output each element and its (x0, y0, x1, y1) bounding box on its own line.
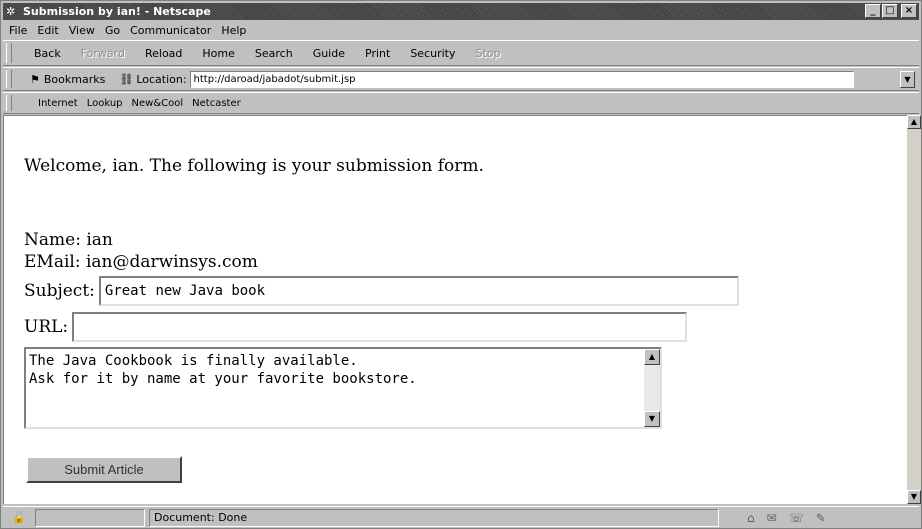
navigator-icon[interactable]: ⌂ (747, 511, 755, 525)
welcome-text: Welcome, ian. The following is your subm… (24, 156, 484, 176)
page-content: Welcome, ian. The following is your subm… (3, 115, 907, 504)
page-scrollbar[interactable]: ▲ ▼ (907, 115, 921, 504)
subject-label: Subject: (24, 281, 95, 301)
navigation-toolbar: Back Forward Reload Home Search Guide Pr… (3, 40, 919, 66)
minimize-button[interactable]: _ (865, 4, 881, 18)
location-label: Location: (136, 72, 187, 86)
textarea-scrollbar[interactable]: ▲ ▼ (644, 349, 660, 427)
home-button[interactable]: Home (202, 47, 234, 60)
reload-button[interactable]: Reload (145, 47, 182, 60)
url-row: URL: (24, 312, 688, 342)
name-text: Name: ian (24, 230, 113, 250)
bookmark-icon: ⚑ (30, 72, 40, 86)
toolbar-grip[interactable] (6, 43, 12, 63)
status-bar: 🔓 Document: Done ⌂ ✉ ☏ ✎ (3, 506, 919, 528)
location-label-group: ⛓ Location: (119, 73, 186, 86)
print-button[interactable]: Print (365, 47, 390, 60)
bookmarks-label: Bookmarks (43, 72, 106, 86)
status-text: Document: Done (149, 508, 719, 527)
scroll-up-icon[interactable]: ▲ (907, 115, 921, 129)
link-lookup[interactable]: Lookup (87, 98, 123, 109)
stop-button[interactable]: Stop (475, 47, 500, 60)
menu-communicator[interactable]: Communicator (130, 24, 211, 37)
search-button[interactable]: Search (255, 47, 293, 60)
toolbar-grip[interactable] (6, 95, 12, 111)
url-field[interactable] (72, 312, 688, 342)
forward-button[interactable]: Forward (81, 47, 125, 60)
subject-input[interactable]: Great new Java book (98, 276, 739, 306)
body-text[interactable]: The Java Cookbook is finally available. … (29, 352, 417, 388)
guide-button[interactable]: Guide (313, 47, 345, 60)
menu-edit[interactable]: Edit (37, 24, 58, 37)
toolbar-grip[interactable] (6, 70, 12, 88)
submit-article-button[interactable]: Submit Article (26, 456, 182, 483)
title-bar: ✲ Submission by ian! - Netscape _ □ × (3, 3, 919, 20)
scroll-down-icon[interactable]: ▼ (644, 411, 660, 427)
security-button[interactable]: Security (410, 47, 455, 60)
discussion-icon[interactable]: ☏ (789, 511, 804, 525)
bookmarks-button[interactable]: ⚑ Bookmarks (30, 73, 105, 86)
link-netcaster[interactable]: Netcaster (192, 98, 241, 109)
mail-icon[interactable]: ✉ (767, 511, 777, 525)
email-text: EMail: ian@darwinsys.com (24, 252, 258, 272)
menu-help[interactable]: Help (221, 24, 246, 37)
close-button[interactable]: × (901, 4, 917, 18)
netscape-icon: ✲ (6, 5, 16, 18)
back-button[interactable]: Back (34, 47, 61, 60)
chevron-down-icon[interactable]: ▼ (900, 70, 915, 88)
window-title: Submission by ian! - Netscape (23, 5, 211, 18)
location-toolbar: ⚑ Bookmarks ⛓ Location: http://daroad/ja… (3, 67, 919, 91)
link-newcool[interactable]: New&Cool (132, 98, 184, 109)
menu-go[interactable]: Go (105, 24, 120, 37)
progress-bar (35, 508, 145, 527)
body-textarea[interactable]: The Java Cookbook is finally available. … (24, 347, 662, 429)
menu-bar: File Edit View Go Communicator Help (3, 21, 919, 39)
menu-view[interactable]: View (69, 24, 95, 37)
scroll-up-icon[interactable]: ▲ (644, 349, 660, 365)
menu-file[interactable]: File (9, 24, 27, 37)
composer-icon[interactable]: ✎ (816, 511, 826, 525)
url-input[interactable]: http://daroad/jabadot/submit.jsp (189, 70, 854, 88)
component-bar: ⌂ ✉ ☏ ✎ (747, 511, 826, 525)
subject-row: Subject: Great new Java book (24, 276, 739, 306)
window-controls: _ □ × (865, 4, 917, 18)
maximize-button[interactable]: □ (882, 4, 898, 18)
scroll-down-icon[interactable]: ▼ (907, 490, 921, 504)
link-internet[interactable]: Internet (38, 98, 78, 109)
lock-icon[interactable]: 🔓 (7, 509, 31, 527)
browser-window: ✲ Submission by ian! - Netscape _ □ × Fi… (0, 0, 922, 529)
personal-toolbar: Internet Lookup New&Cool Netcaster (3, 92, 919, 114)
location-icon[interactable]: ⛓ (119, 73, 133, 86)
url-label: URL: (24, 317, 69, 337)
